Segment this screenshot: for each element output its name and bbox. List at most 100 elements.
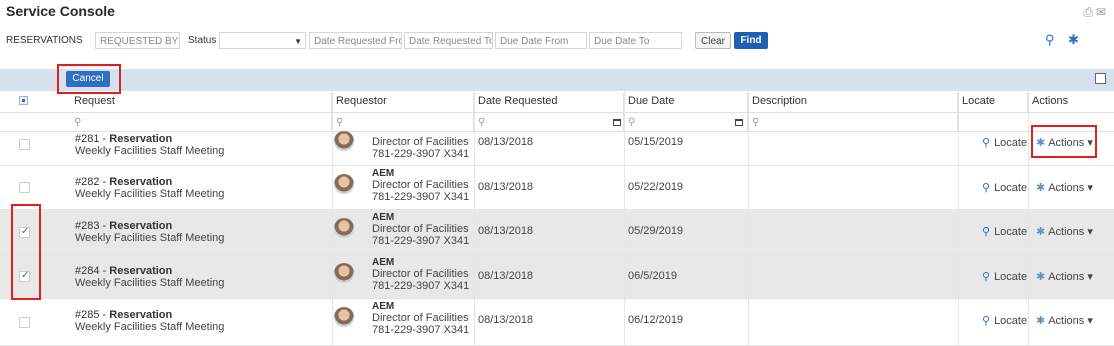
table-row[interactable]: #284 - ReservationWeekly Facilities Staf… <box>0 255 1114 299</box>
actions-label: Actions <box>1048 315 1085 327</box>
mail-icon[interactable]: ✉ <box>1096 5 1106 20</box>
date-requested: 08/13/2018 <box>478 136 534 148</box>
requestor-dept: Director of Facilities <box>372 312 469 324</box>
col-description[interactable]: Description <box>748 93 958 113</box>
row-checkbox[interactable] <box>19 139 30 150</box>
request-number[interactable]: #283 - Reservation <box>75 220 172 232</box>
due-date-from-input[interactable]: Due Date From <box>495 32 587 49</box>
col-locate[interactable]: Locate <box>958 93 1028 113</box>
date-requested-from-input[interactable]: Date Requested From <box>309 32 402 49</box>
request-number[interactable]: #281 - Reservation <box>75 133 172 145</box>
col-divider <box>474 91 475 346</box>
table-row[interactable]: #285 - Reservation Weekly Facilities Staf… <box>0 299 1114 346</box>
avatar <box>334 218 354 238</box>
row-checkbox[interactable] <box>19 316 30 328</box>
select-all-checkbox[interactable] <box>19 96 28 105</box>
due-date: 06/12/2019 <box>628 314 684 326</box>
search-icon: ⚲ <box>752 117 760 128</box>
request-type: Reservation <box>109 176 173 188</box>
requestor-name: AEM <box>372 257 395 268</box>
cancel-button[interactable]: Cancel <box>66 71 110 87</box>
map-pin-icon[interactable]: ⚲ <box>1045 32 1055 48</box>
actions-dropdown[interactable]: ✱ Actions ▾ <box>1036 225 1093 238</box>
actions-label: Actions <box>1048 182 1085 194</box>
row-checkbox[interactable] <box>19 182 30 193</box>
map-pin-icon: ⚲ <box>982 182 991 194</box>
request-type: Reservation <box>109 133 173 145</box>
locate-label: Locate <box>994 271 1028 283</box>
actions-dropdown[interactable]: ✱ Actions ▾ <box>1036 270 1093 283</box>
col-actions[interactable]: Actions <box>1028 93 1114 113</box>
requestor-dept: Director of Facilities <box>372 179 469 191</box>
date-requested: 08/13/2018 <box>478 225 534 237</box>
col-divider <box>748 91 749 346</box>
row-checkbox[interactable] <box>19 270 30 282</box>
table-row[interactable]: #282 - Reservation Weekly Facilities Staf… <box>0 166 1114 210</box>
locate-link[interactable]: ⚲ Locate <box>982 181 1027 194</box>
search-icon: ⚲ <box>478 117 486 128</box>
locate-label: Locate <box>994 137 1028 149</box>
request-filter[interactable]: ⚲ <box>70 113 332 132</box>
col-requestor[interactable]: Requestor <box>332 93 474 113</box>
locate-link[interactable]: ⚲ Locate <box>982 136 1027 149</box>
reservations-filter[interactable]: RESERVATIONS <box>6 32 88 49</box>
locate-link[interactable]: ⚲ Locate <box>982 314 1027 327</box>
col-due-date[interactable]: Due Date <box>624 93 748 113</box>
due-date: 06/5/2019 <box>628 270 677 282</box>
requestor-dept: Director of Facilities <box>372 268 469 280</box>
due-date: 05/22/2019 <box>628 181 684 193</box>
requestor-name: AEM <box>372 301 395 312</box>
requestor-name: AEM <box>372 168 395 179</box>
calendar-icon[interactable] <box>613 119 621 126</box>
calendar-icon[interactable] <box>735 119 743 126</box>
date-requested: 08/13/2018 <box>478 314 534 326</box>
description-filter[interactable]: ⚲ <box>748 113 958 132</box>
request-title: Weekly Facilities Staff Meeting <box>75 321 225 333</box>
due-date-filter[interactable]: ⚲ <box>624 113 748 132</box>
page-title: Service Console <box>6 3 115 19</box>
col-divider <box>958 91 959 346</box>
print-icon[interactable]: ⎙ <box>1083 5 1093 20</box>
requestor-filter[interactable]: ⚲ <box>332 113 474 132</box>
date-requested-to-input[interactable]: Date Requested To <box>404 32 493 49</box>
col-divider <box>332 91 333 346</box>
table-row[interactable]: #281 - Reservation Weekly Facilities Staf… <box>0 131 1114 166</box>
map-pin-icon: ⚲ <box>982 315 991 327</box>
status-select[interactable]: ▼ <box>219 32 306 49</box>
due-date-to-input[interactable]: Due Date To <box>589 32 682 49</box>
chevron-down-icon: ▼ <box>294 37 302 46</box>
caret-down-icon: ▾ <box>1084 315 1093 327</box>
avatar <box>334 263 354 283</box>
row-checkbox[interactable] <box>19 226 30 238</box>
actions-label: Actions <box>1048 226 1085 238</box>
request-title: Weekly Facilities Staff Meeting <box>75 145 225 157</box>
map-pin-icon: ⚲ <box>982 137 991 149</box>
locate-link[interactable]: ⚲ Locate <box>982 225 1027 238</box>
locate-link[interactable]: ⚲ Locate <box>982 270 1027 283</box>
requested-by-input[interactable]: REQUESTED BY <box>95 32 180 49</box>
request-number[interactable]: #282 - Reservation <box>75 176 172 188</box>
col-date-requested[interactable]: Date Requested <box>474 93 624 113</box>
actions-label: Actions <box>1048 271 1085 283</box>
gear-icon[interactable]: ✱ <box>1068 32 1079 48</box>
request-id: #284 <box>75 265 100 277</box>
date-requested-filter[interactable]: ⚲ <box>474 113 624 132</box>
col-request[interactable]: Request <box>70 93 332 113</box>
clear-button[interactable]: Clear <box>695 32 731 49</box>
request-id: #285 <box>75 309 100 321</box>
request-number[interactable]: #285 - Reservation <box>75 309 172 321</box>
col-divider <box>1028 91 1029 346</box>
search-icon: ⚲ <box>628 117 636 128</box>
table-row[interactable]: #283 - ReservationWeekly Facilities Staf… <box>0 210 1114 255</box>
requestor-dept: Director of Facilities <box>372 223 469 235</box>
request-type: Reservation <box>109 265 173 277</box>
actions-dropdown[interactable]: ✱ Actions ▾ <box>1036 181 1093 194</box>
find-button[interactable]: Find <box>734 32 768 49</box>
request-number[interactable]: #284 - Reservation <box>75 265 172 277</box>
actions-dropdown[interactable]: ✱ Actions ▾ <box>1036 314 1093 327</box>
column-layout-icon[interactable] <box>1095 73 1106 84</box>
actions-dropdown[interactable]: ✱ Actions ▾ <box>1036 136 1093 149</box>
date-requested: 08/13/2018 <box>478 270 534 282</box>
col-divider <box>624 91 625 346</box>
gear-icon: ✱ <box>1036 137 1046 149</box>
